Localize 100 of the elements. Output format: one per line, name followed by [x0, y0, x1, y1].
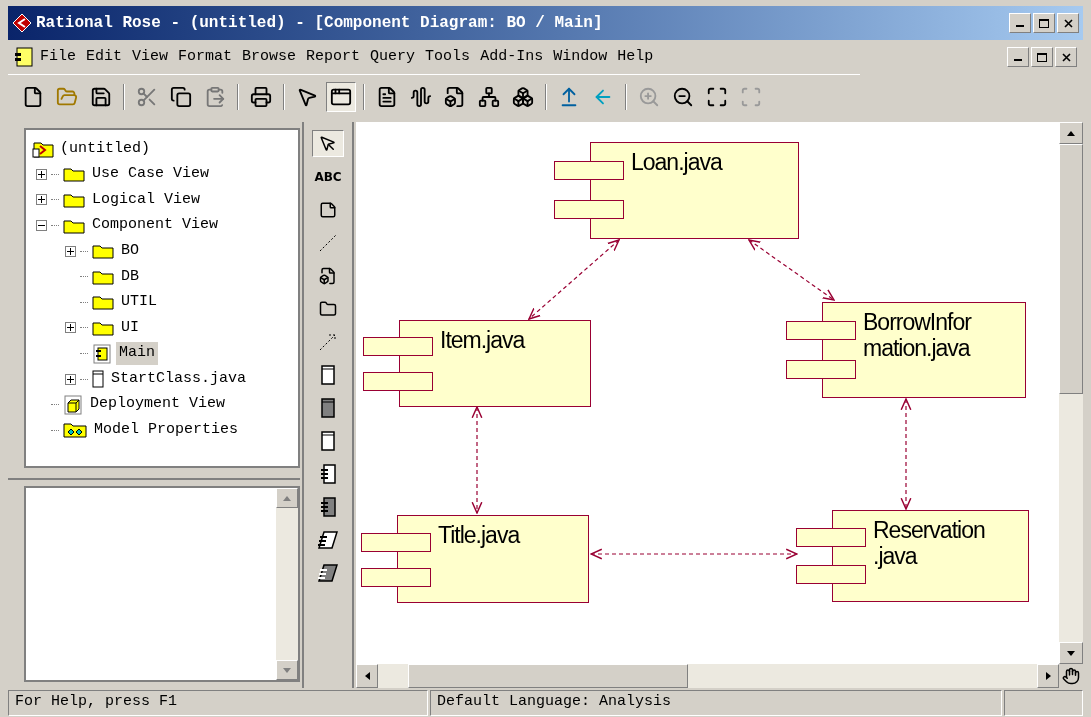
- close-icon: [1061, 52, 1071, 62]
- menu-item[interactable]: Window: [549, 45, 612, 69]
- save-icon: [90, 85, 112, 108]
- plus-icon: [38, 196, 45, 204]
- pointer-icon: [319, 134, 337, 153]
- status-text: For Help, press F1: [8, 690, 428, 716]
- folder-icon: [92, 268, 114, 285]
- down-arrow-icon: [1067, 650, 1075, 656]
- expander-toggle[interactable]: [65, 373, 76, 385]
- menu-item[interactable]: View: [128, 45, 173, 69]
- component-name: Item.java: [440, 327, 526, 353]
- subprogram-spec-icon: [321, 430, 335, 451]
- palette-tool[interactable]: ABC: [312, 163, 344, 190]
- copy-icon: [170, 85, 192, 108]
- tree-item[interactable]: Main: [116, 342, 158, 365]
- expander-toggle[interactable]: [36, 220, 47, 232]
- main-program-body-icon: [318, 563, 338, 582]
- tree-item[interactable]: StartClass.java: [108, 367, 250, 391]
- file-icon: [92, 370, 104, 389]
- folder-icon: [92, 319, 114, 336]
- close-button[interactable]: [1057, 13, 1079, 33]
- up-arrow-icon: [1067, 130, 1075, 136]
- document-icon: [376, 85, 398, 108]
- menu-item[interactable]: Edit: [82, 45, 127, 69]
- component-name: Title.java: [438, 522, 521, 548]
- minimize-button[interactable]: [1007, 47, 1029, 67]
- maximize-button[interactable]: [1031, 47, 1053, 67]
- hand-icon: [1062, 667, 1080, 685]
- scroll-up-button[interactable]: [1059, 122, 1083, 144]
- component-tab: [554, 200, 624, 219]
- tree-item[interactable]: Logical View: [89, 188, 204, 212]
- task-spec-icon: [320, 463, 336, 484]
- tree-item[interactable]: BO: [118, 239, 142, 263]
- menu-item[interactable]: Browse: [238, 45, 301, 69]
- component-icon: [319, 266, 337, 285]
- model-icon: [32, 139, 54, 158]
- tree-item[interactable]: Deployment View: [87, 393, 229, 416]
- tree-item[interactable]: DB: [118, 265, 142, 288]
- menu-item[interactable]: Tools: [421, 45, 475, 69]
- folder-icon: [92, 243, 114, 260]
- deployment-icon: [63, 394, 83, 415]
- folder-icon: [63, 217, 85, 234]
- print-icon: [250, 85, 272, 108]
- menu-item[interactable]: Format: [174, 45, 237, 69]
- tree-item[interactable]: Model Properties: [91, 419, 242, 442]
- zoom-out-icon: [672, 85, 694, 108]
- task-body-icon: [320, 496, 336, 517]
- component-tab: [554, 161, 624, 180]
- menu-item[interactable]: File: [36, 45, 80, 69]
- scroll-down-button[interactable]: [1059, 642, 1083, 664]
- component-name: BorrowInfor: [863, 309, 973, 335]
- tree-item[interactable]: Use Case View: [89, 163, 213, 186]
- tree-item[interactable]: UI: [118, 316, 142, 340]
- expander-toggle[interactable]: [65, 322, 76, 334]
- close-button[interactable]: [1055, 47, 1077, 67]
- palette-tool[interactable]: [312, 130, 344, 157]
- folder-icon: [92, 294, 114, 311]
- properties-icon: [63, 422, 87, 439]
- component-tab: [796, 528, 866, 547]
- expander-toggle[interactable]: [36, 194, 47, 206]
- new-file-icon: [22, 85, 44, 108]
- menu-item[interactable]: Help: [613, 45, 658, 69]
- component-tab: [796, 565, 866, 584]
- close-icon: [1063, 18, 1073, 28]
- component-tab: [786, 360, 856, 379]
- scroll-left-button[interactable]: [356, 664, 378, 688]
- up-arrow-icon: [283, 495, 291, 501]
- component-tab: [363, 337, 433, 356]
- scissors-icon: [136, 85, 158, 108]
- minimize-button[interactable]: [1009, 13, 1031, 33]
- maximize-button[interactable]: [1033, 13, 1055, 33]
- fit-window-icon: [706, 85, 728, 108]
- scroll-thumb[interactable]: [408, 664, 688, 688]
- tree-item[interactable]: (untitled): [60, 137, 150, 161]
- scroll-thumb[interactable]: [1059, 144, 1083, 394]
- maximize-icon: [1039, 18, 1049, 28]
- component-tab: [786, 321, 856, 340]
- toolbar-button[interactable]: [326, 81, 356, 112]
- open-folder-icon: [56, 85, 78, 108]
- tree-item[interactable]: UTIL: [118, 291, 160, 314]
- tree-item[interactable]: Component View: [89, 214, 222, 237]
- scroll-right-button[interactable]: [1037, 664, 1059, 688]
- horizontal-scrollbar[interactable]: [356, 664, 1059, 688]
- paste-icon: [204, 85, 226, 108]
- component-name: .java: [873, 543, 919, 569]
- package-icon: [319, 299, 337, 318]
- subprogram-body-icon: [321, 397, 335, 418]
- expander-toggle[interactable]: [65, 245, 76, 257]
- menu-item[interactable]: Add-Ins: [476, 45, 548, 69]
- folder-icon: [63, 192, 85, 208]
- vertical-scrollbar[interactable]: [1059, 122, 1083, 664]
- plus-icon: [67, 324, 74, 332]
- network-icon: [478, 85, 500, 108]
- expander-toggle[interactable]: [36, 168, 47, 180]
- left-arrow-icon: [364, 672, 370, 680]
- waveform-icon: [410, 85, 432, 108]
- dashed-line-icon: [318, 232, 338, 253]
- component-name: Loan.java: [631, 149, 724, 175]
- menu-item[interactable]: Query: [366, 45, 420, 69]
- menu-item[interactable]: Report: [302, 45, 365, 69]
